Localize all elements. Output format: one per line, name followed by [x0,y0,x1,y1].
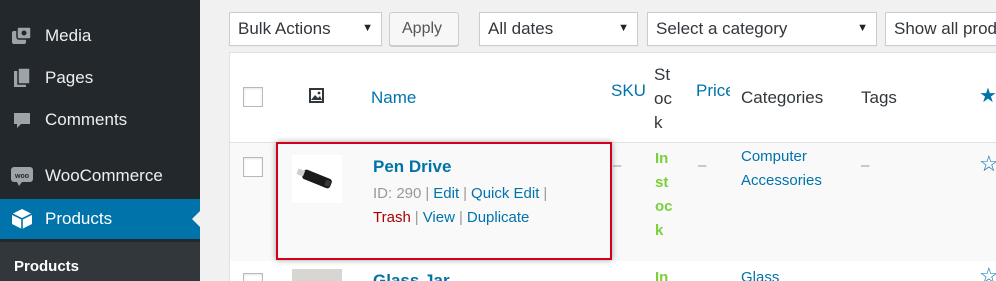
select-all-checkbox[interactable] [243,87,263,107]
category-filter-value: Select a category [656,19,788,38]
category-filter-select[interactable]: Select a category ▼ [647,12,877,46]
sku-value: – [613,157,622,174]
sidebar-item-label: WooCommerce [45,166,163,185]
bulk-actions-select[interactable]: Bulk Actions ▼ [229,12,382,46]
sidebar-item-woocommerce[interactable]: woo WooCommerce [0,156,200,196]
woocommerce-icon: woo [10,164,34,188]
product-name-link[interactable]: Glass Jar [373,271,450,281]
featured-star-icon[interactable]: ★ [979,83,996,108]
sidebar-item-label: Products [45,209,113,228]
products-icon [10,207,34,231]
chevron-down-icon: ▼ [362,22,373,34]
products-submenu: Products [0,242,200,281]
featured-star-toggle[interactable]: ☆ [979,263,996,281]
stock-filter-select[interactable]: Show all prod [885,12,996,46]
submenu-item-all-products[interactable]: Products [14,258,79,275]
comments-icon [10,108,34,132]
price-value: – [698,157,707,174]
chevron-down-icon: ▼ [618,22,629,34]
column-header-name[interactable]: Name [371,88,416,108]
tags-value: – [861,157,870,174]
sidebar-item-label: Pages [45,68,94,87]
media-icon [10,24,34,48]
category-link-glass[interactable]: Glass [741,266,779,281]
sidebar-item-label: Media [45,26,92,45]
stock-filter-value: Show all prod [894,19,996,38]
sidebar-item-products[interactable]: Products [0,199,200,239]
column-header-categories: Categories [741,88,824,107]
sidebar-item-pages[interactable]: Pages [0,58,200,98]
svg-text:woo: woo [14,173,29,180]
table-header: Name SKU Stock Price Categories Tags ★ [230,53,996,143]
sidebar-item-media[interactable]: Media [0,16,200,56]
pages-icon [10,66,34,90]
product-thumbnail[interactable] [292,269,342,281]
chevron-down-icon: ▼ [857,22,868,34]
sidebar-item-label: Comments [45,110,128,129]
apply-button[interactable]: Apply [389,12,459,46]
featured-star-toggle[interactable]: ☆ [979,151,996,177]
table-row: Glass Jar In Glass ☆ [230,261,996,281]
stock-status: In stock [655,150,673,239]
category-link-accessories[interactable]: Accessories [741,169,822,193]
column-header-price[interactable]: Price [696,81,730,101]
sidebar-item-comments[interactable]: Comments [0,100,200,140]
bulk-actions-value: Bulk Actions [238,19,331,38]
row-checkbox[interactable] [243,157,263,177]
dates-filter-select[interactable]: All dates ▼ [479,12,638,46]
column-header-sku[interactable]: SKU [611,81,646,101]
dates-filter-value: All dates [488,19,554,38]
admin-sidebar: Media Pages Comments woo WooCommerce Pro… [0,0,200,281]
tablenav-filters: Bulk Actions ▼ Apply All dates ▼ Select … [200,0,996,52]
highlight-box [276,142,612,260]
image-column-icon[interactable] [308,87,325,109]
row-checkbox[interactable] [243,273,263,281]
column-header-tags: Tags [861,88,897,107]
category-link-computer[interactable]: Computer [741,145,807,169]
column-header-stock: Stock [654,65,672,132]
stock-status: In [655,269,669,281]
